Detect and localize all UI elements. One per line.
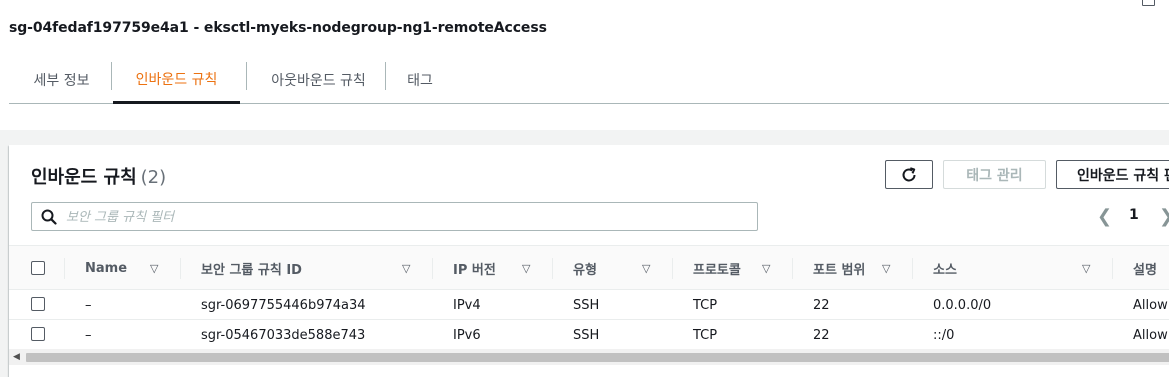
panel-title: 인바운드 규칙 (2) <box>31 163 166 189</box>
sort-icon[interactable]: ▽ <box>150 262 158 275</box>
cell-name: – <box>85 327 92 343</box>
tab-bar: 세부 정보 인바운드 규칙 아웃바운드 규칙 태그 <box>9 56 1169 104</box>
sort-icon[interactable]: ▽ <box>762 262 770 275</box>
column-divider <box>180 258 181 279</box>
select-all-checkbox[interactable] <box>31 261 45 275</box>
column-divider <box>432 258 433 279</box>
cell-name: – <box>85 297 92 313</box>
cell-ip-version: IPv4 <box>453 297 481 313</box>
refresh-button[interactable] <box>885 160 933 189</box>
cell-type: SSH <box>573 297 600 313</box>
refresh-icon <box>902 166 916 181</box>
filter-search <box>31 202 758 231</box>
row-checkbox[interactable] <box>31 327 45 341</box>
sort-icon[interactable]: ▽ <box>1082 262 1090 275</box>
cell-rule-id: sgr-0697755446b974a34 <box>201 297 366 313</box>
column-header-description[interactable]: 설명 <box>1133 246 1157 291</box>
column-divider <box>1112 258 1113 279</box>
scroll-left-arrow-icon[interactable]: ◀ <box>13 352 20 362</box>
column-header-ip-version[interactable]: IP 버전 <box>453 246 496 291</box>
cell-rule-id: sgr-05467033de588e743 <box>201 327 366 343</box>
column-divider <box>552 258 553 279</box>
column-header-name[interactable]: Name <box>85 246 127 291</box>
window-icon[interactable] <box>1142 0 1155 6</box>
table-header: Name ▽ 보안 그룹 규칙 ID ▽ IP 버전 ▽ 유형 ▽ 프로토콜 ▽… <box>9 245 1169 290</box>
tab-divider <box>385 62 386 90</box>
search-icon <box>41 209 57 225</box>
tab-inbound-rules[interactable]: 인바운드 규칙 <box>113 56 240 104</box>
column-divider <box>792 258 793 279</box>
pagination-prev-icon[interactable]: ❮ <box>1097 206 1112 227</box>
cell-source: ::/0 <box>933 327 955 343</box>
column-header-source[interactable]: 소스 <box>933 246 957 291</box>
column-header-protocol[interactable]: 프로토콜 <box>693 246 741 291</box>
tab-tags[interactable]: 태그 <box>393 56 447 104</box>
tab-divider <box>111 62 112 90</box>
column-divider <box>672 258 673 279</box>
pagination-current-page[interactable]: 1 <box>1129 207 1139 223</box>
sort-icon[interactable]: ▽ <box>882 262 890 275</box>
manage-tags-button[interactable]: 태그 관리 <box>943 160 1046 189</box>
tab-details[interactable]: 세부 정보 <box>19 56 104 104</box>
table-row[interactable]: – sgr-0697755446b974a34 IPv4 SSH TCP 22 … <box>9 290 1169 320</box>
scroll-thumb[interactable] <box>26 353 1169 362</box>
table-row[interactable]: – sgr-05467033de588e743 IPv6 SSH TCP 22 … <box>9 320 1169 350</box>
sort-icon[interactable]: ▽ <box>402 262 410 275</box>
page-title: sg-04fedaf197759e4a1 - eksctl-myeks-node… <box>9 20 547 36</box>
row-checkbox[interactable] <box>31 297 45 311</box>
sort-icon[interactable]: ▽ <box>642 262 650 275</box>
sort-icon[interactable]: ▽ <box>522 262 530 275</box>
page-header: sg-04fedaf197759e4a1 - eksctl-myeks-node… <box>0 0 1169 130</box>
inbound-rules-panel: 인바운드 규칙(2) 태그 관리 인바운드 규칙 편집 ❮ 1 ❯ Name ▽… <box>9 145 1169 377</box>
column-divider <box>64 258 65 279</box>
column-header-type[interactable]: 유형 <box>573 246 597 291</box>
cell-type: SSH <box>573 327 600 343</box>
tab-outbound-rules[interactable]: 아웃바운드 규칙 <box>253 56 384 104</box>
cell-description: Allow <box>1133 297 1168 313</box>
cell-source: 0.0.0.0/0 <box>933 297 992 313</box>
cell-port-range: 22 <box>813 297 830 313</box>
horizontal-scrollbar[interactable]: ◀ <box>9 349 1169 365</box>
cell-description: Allow <box>1133 327 1168 343</box>
column-header-rule-id[interactable]: 보안 그룹 규칙 ID <box>201 246 302 291</box>
tab-divider <box>246 62 247 90</box>
column-divider <box>912 258 913 279</box>
cell-port-range: 22 <box>813 327 830 343</box>
panel-title-text: 인바운드 규칙 <box>31 167 137 188</box>
cell-ip-version: IPv6 <box>453 327 481 343</box>
cell-protocol: TCP <box>693 297 718 313</box>
pagination-next-icon[interactable]: ❯ <box>1159 206 1169 227</box>
cell-protocol: TCP <box>693 327 718 343</box>
rule-count: (2) <box>140 167 167 188</box>
edit-inbound-rules-button[interactable]: 인바운드 규칙 편집 <box>1056 160 1169 189</box>
search-input[interactable] <box>66 207 746 227</box>
column-header-port-range[interactable]: 포트 범위 <box>813 246 865 291</box>
